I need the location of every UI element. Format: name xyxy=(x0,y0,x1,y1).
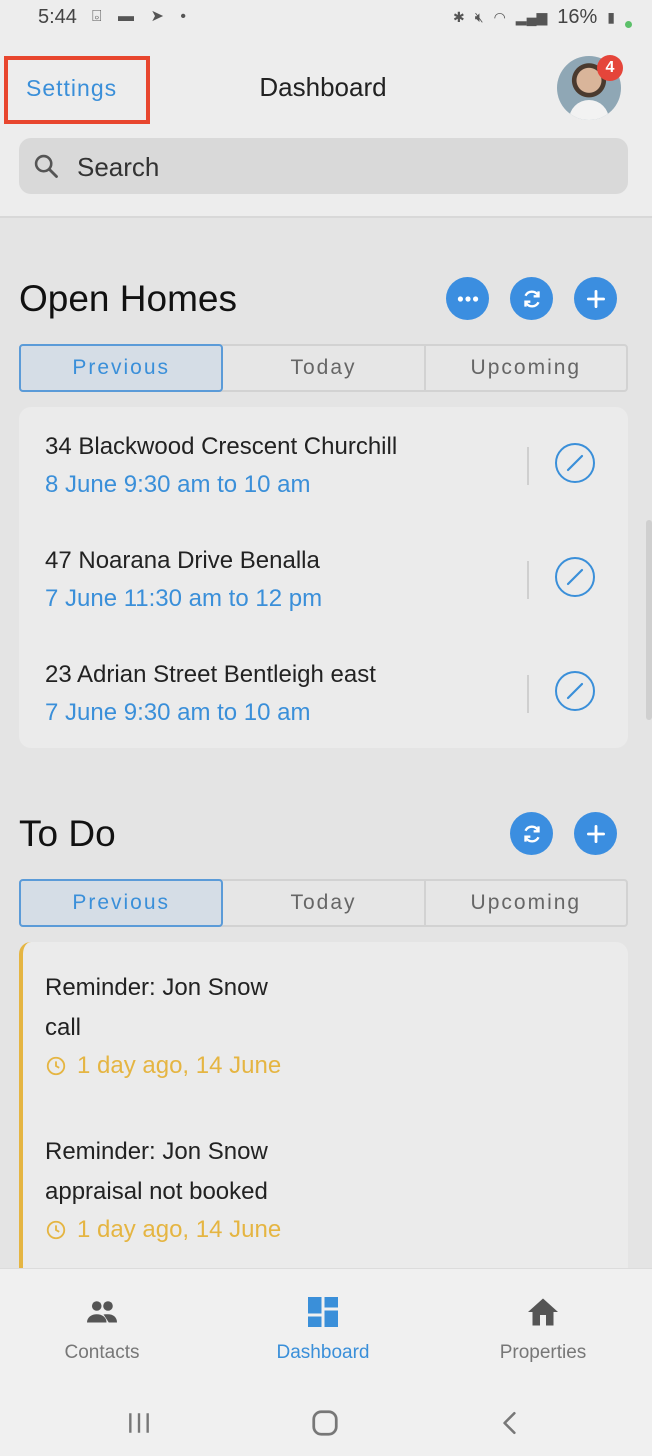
open-home-address: 34 Blackwood Crescent Churchill xyxy=(45,433,398,460)
edit-button[interactable] xyxy=(555,443,595,483)
todo-item-note: call xyxy=(45,1014,82,1041)
open-home-time: 7 June 11:30 am to 12 pm xyxy=(45,585,323,612)
open-home-time: 7 June 9:30 am to 10 am xyxy=(45,699,311,726)
plus-icon xyxy=(586,289,605,308)
todo-item-note: appraisal not booked xyxy=(45,1178,268,1205)
divider xyxy=(527,447,529,485)
refresh-open-homes-button[interactable] xyxy=(510,277,553,320)
list-item[interactable]: 23 Adrian Street Bentleigh east 7 June 9… xyxy=(19,661,628,771)
tab-upcoming[interactable]: Upcoming xyxy=(426,881,626,925)
mute-icon: 🔇︎ xyxy=(474,9,484,25)
pencil-icon xyxy=(566,682,584,700)
tab-previous[interactable]: Previous xyxy=(19,879,224,927)
tab-upcoming[interactable]: Upcoming xyxy=(426,346,626,390)
people-icon xyxy=(87,1301,117,1323)
more-icon xyxy=(457,295,478,302)
todo-item-title: Reminder: Jon Snow xyxy=(45,1138,268,1165)
nav-label: Properties xyxy=(499,1342,587,1363)
todo-item-time: 1 day ago, 14 June xyxy=(77,1052,282,1079)
open-home-time: 8 June 9:30 am to 10 am xyxy=(45,471,311,498)
add-open-home-button[interactable] xyxy=(574,277,617,320)
nav-label: Dashboard xyxy=(276,1342,370,1363)
todo-item-title: Reminder: Jon Snow xyxy=(45,974,268,1001)
bluetooth-icon: ✱ xyxy=(453,9,465,25)
notification-badge: 4 xyxy=(597,55,623,81)
more-options-button[interactable] xyxy=(446,277,489,320)
notification-icons: ⌻ ▬ ➤ • xyxy=(92,8,192,25)
open-homes-list: 34 Blackwood Crescent Churchill 8 June 9… xyxy=(19,407,628,748)
list-item[interactable]: 47 Noarana Drive Benalla 7 June 11:30 am… xyxy=(19,547,628,657)
list-item[interactable]: Reminder: Jon Snow appraisal not booked … xyxy=(45,1138,281,1244)
house-icon xyxy=(528,1298,558,1326)
wifi-icon: ◠ xyxy=(493,9,506,25)
status-time: 5:44 xyxy=(38,6,77,28)
clock-icon xyxy=(46,1220,66,1240)
status-right: ✱ 🔇︎ ◠ ▂▄▆ 16% ▮ xyxy=(453,6,632,29)
open-homes-tabs: Previous Today Upcoming xyxy=(19,344,628,392)
add-todo-button[interactable] xyxy=(574,812,617,855)
nav-dashboard[interactable]: Dashboard xyxy=(243,1294,403,1364)
open-homes-title: Open Homes xyxy=(19,278,237,319)
tab-today[interactable]: Today xyxy=(223,881,426,925)
signal-icon: ▂▄▆ xyxy=(515,9,548,25)
scrollbar[interactable] xyxy=(646,520,652,720)
open-home-address: 23 Adrian Street Bentleigh east xyxy=(45,661,376,688)
open-home-address: 47 Noarana Drive Benalla xyxy=(45,547,320,574)
plus-icon xyxy=(586,824,605,843)
edit-button[interactable] xyxy=(555,557,595,597)
list-item[interactable]: 34 Blackwood Crescent Churchill 8 June 9… xyxy=(19,433,628,543)
nav-label: Contacts xyxy=(64,1342,140,1363)
battery-level: 16% xyxy=(557,6,598,28)
todo-tabs: Previous Today Upcoming xyxy=(19,879,628,927)
search-placeholder: Search xyxy=(77,152,160,182)
back-icon[interactable] xyxy=(497,1408,523,1438)
divider xyxy=(527,561,529,599)
refresh-icon xyxy=(523,290,540,307)
list-item[interactable]: Reminder: Jon Snow call 1 day ago, 14 Ju… xyxy=(45,974,281,1080)
divider xyxy=(527,675,529,713)
battery-icon: ▮ xyxy=(607,9,615,25)
page-title: Dashboard xyxy=(259,72,387,102)
tab-today[interactable]: Today xyxy=(223,346,426,390)
clock-icon xyxy=(46,1056,66,1076)
edit-button[interactable] xyxy=(555,671,595,711)
todo-item-time: 1 day ago, 14 June xyxy=(77,1216,282,1243)
todo-item-time-row: 1 day ago, 14 June xyxy=(45,1216,281,1244)
home-icon[interactable] xyxy=(310,1408,340,1438)
recents-icon[interactable] xyxy=(126,1410,152,1436)
todo-item-time-row: 1 day ago, 14 June xyxy=(45,1052,281,1080)
pencil-icon xyxy=(566,568,584,586)
dashboard-icon xyxy=(308,1297,338,1327)
privacy-dot xyxy=(625,21,632,28)
todo-list: Reminder: Jon Snow call 1 day ago, 14 Ju… xyxy=(19,942,628,1282)
refresh-icon xyxy=(523,825,540,842)
tab-previous[interactable]: Previous xyxy=(19,344,224,392)
search-icon xyxy=(34,154,58,178)
pencil-icon xyxy=(566,454,584,472)
nav-contacts[interactable]: Contacts xyxy=(22,1294,182,1364)
nav-properties[interactable]: Properties xyxy=(463,1294,623,1364)
refresh-todo-button[interactable] xyxy=(510,812,553,855)
todo-title: To Do xyxy=(19,813,116,854)
